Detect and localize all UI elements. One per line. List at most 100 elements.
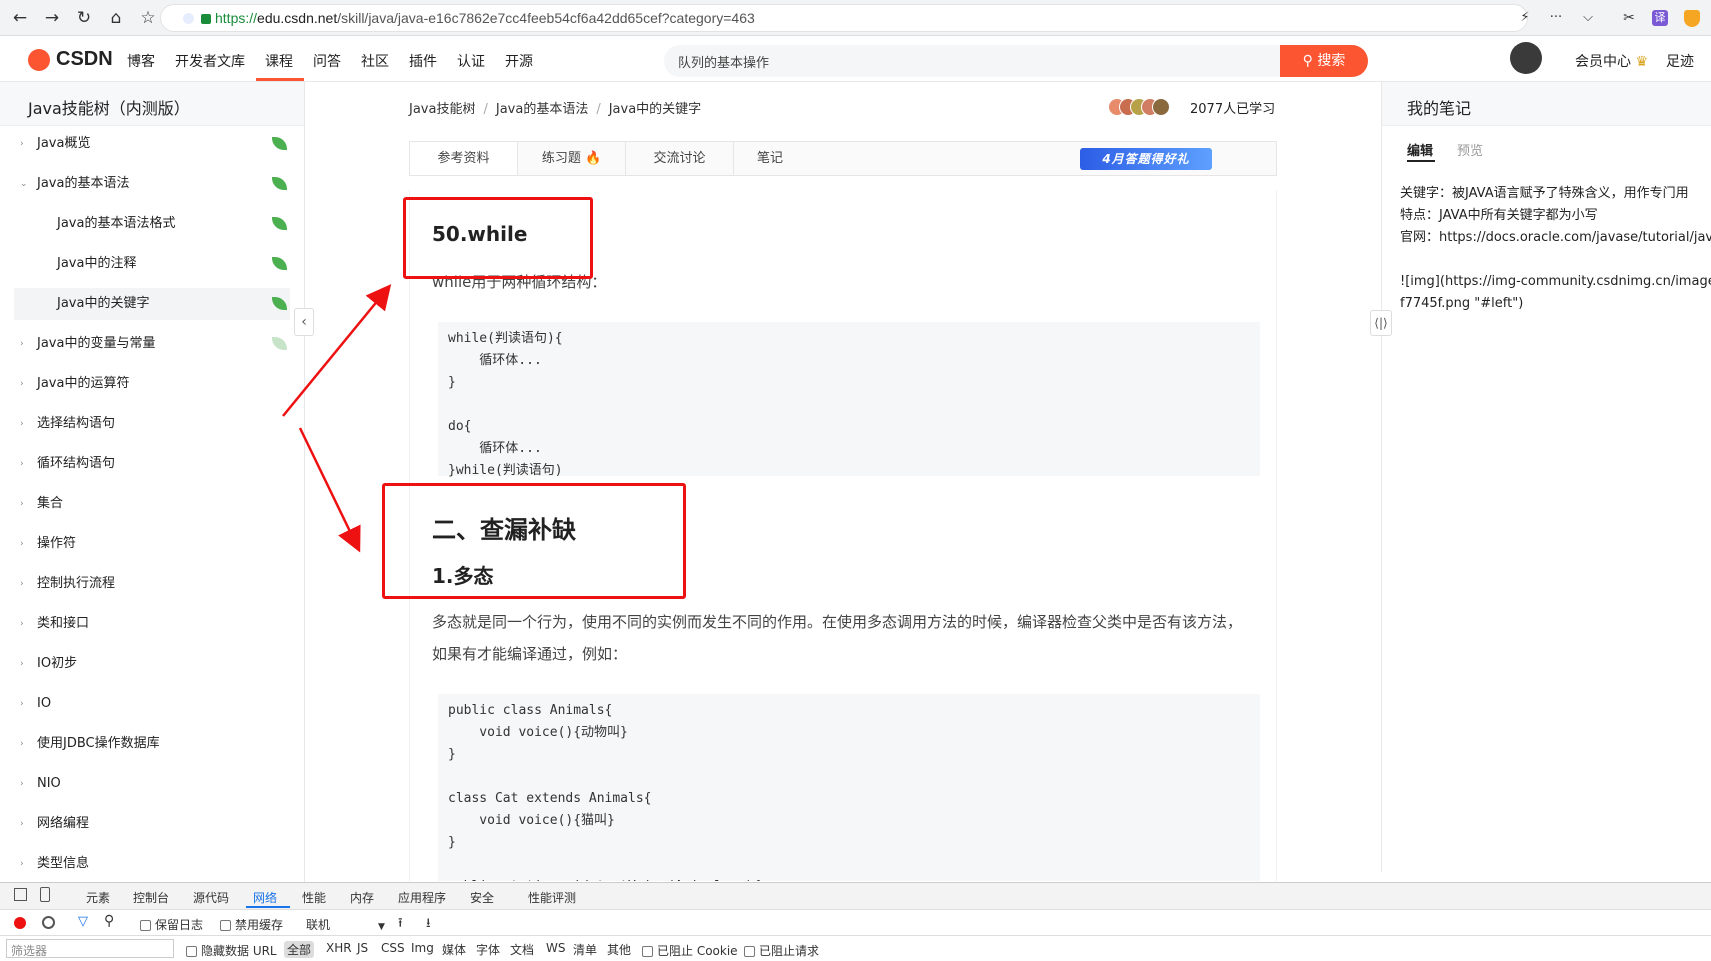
sidebar-item[interactable]: › Java中的变量与常量 — [14, 328, 290, 360]
type-filter[interactable]: WS — [546, 941, 565, 955]
sidebar-item[interactable]: › 选择结构语句 — [14, 408, 290, 440]
sidebar-item[interactable]: › IO初步 — [14, 648, 290, 680]
sidebar-item[interactable]: › 类型信息 — [14, 848, 290, 880]
reload-icon[interactable]: ↻ — [74, 8, 94, 28]
throttle-select[interactable]: 联机 ▼ — [306, 916, 385, 933]
nav-courses[interactable]: 课程 — [265, 51, 293, 71]
extension-shield-icon[interactable] — [1684, 10, 1700, 27]
preserve-log-checkbox[interactable]: 保留日志 — [140, 916, 203, 933]
dropdown-icon[interactable]: ⌵ — [1578, 8, 1598, 28]
filter-icon[interactable]: ▽ — [78, 914, 88, 929]
chevron-right-icon[interactable]: › — [20, 848, 24, 880]
nav-qa[interactable]: 问答 — [313, 51, 341, 71]
devtools-tab[interactable]: 网络 — [253, 889, 277, 906]
chevron-right-icon[interactable]: › — [20, 808, 24, 840]
devtools-tab[interactable]: 控制台 — [133, 889, 169, 906]
chevron-right-icon[interactable]: › — [20, 368, 24, 400]
forward-icon[interactable]: → — [42, 8, 62, 28]
footprint-link[interactable]: 足迹 — [1666, 51, 1694, 71]
type-filter[interactable]: 字体 — [476, 941, 500, 958]
clear-icon[interactable] — [42, 916, 55, 929]
notes-tab-preview[interactable]: 预览 — [1457, 140, 1483, 159]
sidebar-item[interactable]: › 循环结构语句 — [14, 448, 290, 480]
member-center[interactable]: 会员中心 ♛ — [1575, 51, 1648, 71]
record-icon[interactable] — [14, 917, 26, 929]
nav-library[interactable]: 开发者文库 — [175, 51, 245, 71]
device-toolbar-icon[interactable] — [40, 887, 50, 902]
url-text[interactable]: https://edu.csdn.net/skill/java/java-e16… — [215, 10, 755, 26]
home-icon[interactable]: ⌂ — [106, 8, 126, 28]
flash-icon[interactable]: ⚡ — [1515, 8, 1535, 28]
chevron-down-icon[interactable]: ⌄ — [20, 168, 28, 200]
translate-icon[interactable]: 译 — [1652, 10, 1668, 26]
chevron-right-icon[interactable]: › — [20, 528, 24, 560]
chevron-right-icon[interactable]: › — [20, 488, 24, 520]
nav-plugins[interactable]: 插件 — [409, 51, 437, 71]
disable-cache-checkbox[interactable]: 禁用缓存 — [220, 916, 283, 933]
chevron-right-icon[interactable]: › — [20, 768, 24, 800]
sidebar-item[interactable]: › 操作符 — [14, 528, 290, 560]
search-icon[interactable]: ⚲ — [104, 913, 114, 929]
chevron-right-icon[interactable]: › — [20, 608, 24, 640]
type-filter[interactable]: 其他 — [607, 941, 631, 958]
devtools-tab[interactable]: 性能评测 — [528, 889, 576, 906]
sidebar-item[interactable]: Java中的注释 — [14, 248, 290, 280]
nav-community[interactable]: 社区 — [361, 51, 389, 71]
chevron-right-icon[interactable]: › — [20, 408, 24, 440]
type-filter[interactable]: 全部 — [284, 941, 315, 958]
sidebar-item[interactable]: › Java中的运算符 — [14, 368, 290, 400]
sidebar-item[interactable]: › 网络编程 — [14, 808, 290, 840]
nav-blog[interactable]: 博客 — [127, 51, 155, 71]
chevron-right-icon[interactable]: › — [20, 568, 24, 600]
chevron-right-icon[interactable]: › — [20, 648, 24, 680]
back-icon[interactable]: ← — [10, 8, 30, 28]
hide-data-url-checkbox[interactable]: 隐藏数据 URL — [186, 942, 277, 959]
devtools-tab[interactable]: 内存 — [350, 889, 374, 906]
sidebar-item[interactable]: Java中的关键字 — [14, 288, 290, 320]
nav-certification[interactable]: 认证 — [457, 51, 485, 71]
more-icon[interactable]: ··· — [1546, 8, 1566, 28]
type-filter[interactable]: CSS — [381, 941, 405, 955]
chevron-right-icon[interactable]: › — [20, 328, 24, 360]
blocked-cookie-checkbox[interactable]: 已阻止 Cookie — [642, 942, 738, 959]
sidebar-item[interactable]: › 控制执行流程 — [14, 568, 290, 600]
chevron-right-icon[interactable]: › — [20, 128, 24, 160]
chevron-right-icon[interactable]: › — [20, 728, 24, 760]
nav-opensource[interactable]: 开源 — [505, 51, 533, 71]
devtools-tab[interactable]: 应用程序 — [398, 889, 446, 906]
star-icon[interactable]: ☆ — [138, 8, 158, 28]
type-filter[interactable]: 媒体 — [442, 941, 466, 958]
sidebar-item[interactable]: › NIO — [14, 768, 290, 800]
sidebar-item[interactable]: › 类和接口 — [14, 608, 290, 640]
type-filter[interactable]: 清单 — [573, 941, 597, 958]
address-bar[interactable]: https://edu.csdn.net/skill/java/java-e16… — [160, 4, 1528, 32]
tab-references[interactable]: 参考资料 — [410, 142, 518, 175]
sidebar-item[interactable]: › 集合 — [14, 488, 290, 520]
tab-notes[interactable]: 笔记 — [734, 142, 806, 175]
chevron-right-icon[interactable]: › — [20, 688, 24, 720]
devtools-tab[interactable]: 安全 — [470, 889, 494, 906]
pane-splitter-handle[interactable]: ⟨|⟩ — [1370, 310, 1392, 336]
breadcrumb-item[interactable]: Java技能树 — [409, 102, 475, 117]
promo-banner[interactable]: 4月答题得好礼 — [1080, 148, 1212, 170]
type-filter[interactable]: JS — [357, 941, 368, 955]
sidebar-item[interactable]: Java的基本语法格式 — [14, 208, 290, 240]
csdn-logo[interactable]: CSDN — [56, 48, 113, 71]
breadcrumb-item[interactable]: Java中的关键字 — [609, 102, 701, 117]
search-input[interactable]: 队列的基本操作 — [664, 45, 1280, 77]
scissors-icon[interactable]: ✂ — [1619, 8, 1639, 28]
export-har-icon[interactable]: ⭳ — [426, 914, 431, 936]
type-filter[interactable]: 文档 — [510, 941, 534, 958]
devtools-tab[interactable]: 性能 — [302, 889, 326, 906]
devtools-tab[interactable]: 元素 — [86, 889, 110, 906]
site-info-icon[interactable] — [183, 13, 194, 24]
search-button[interactable]: ⚲ 搜索 — [1280, 45, 1368, 77]
tab-exercises[interactable]: 练习题 🔥 — [518, 142, 626, 175]
chevron-right-icon[interactable]: › — [20, 448, 24, 480]
filter-input[interactable]: 筛选器 — [6, 939, 174, 958]
sidebar-item[interactable]: › IO — [14, 688, 290, 720]
inspect-icon[interactable] — [14, 888, 27, 901]
sidebar-item[interactable]: › 使用JDBC操作数据库 — [14, 728, 290, 760]
type-filter[interactable]: XHR — [326, 941, 352, 955]
avatar[interactable] — [1510, 42, 1542, 74]
